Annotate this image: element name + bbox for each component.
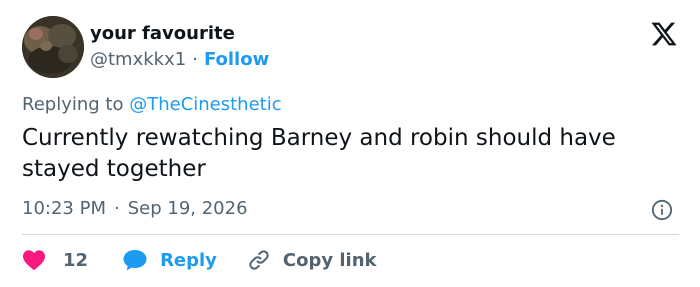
- replying-mention-link[interactable]: @TheCinesthetic: [129, 94, 281, 115]
- like-button[interactable]: 12: [22, 249, 88, 271]
- link-icon: [249, 250, 269, 270]
- x-logo-icon[interactable]: [650, 20, 678, 48]
- action-bar: 12 Reply Copy link: [22, 247, 377, 273]
- tweet-timestamp[interactable]: 10:23 PM · Sep 19, 2026: [22, 197, 248, 221]
- tweet-time: 10:23 PM: [22, 198, 106, 219]
- heart-icon: [23, 250, 45, 271]
- avatar[interactable]: [22, 16, 84, 78]
- user-handle[interactable]: @tmxkkx1: [90, 49, 186, 70]
- divider: [22, 234, 679, 235]
- display-name[interactable]: your favourite: [90, 22, 235, 46]
- like-count: 12: [63, 249, 89, 271]
- speech-bubble-icon: [123, 250, 147, 271]
- reply-button[interactable]: Reply: [122, 248, 217, 272]
- tweet-text: Currently rewatching Barney and robin sh…: [22, 125, 616, 182]
- info-icon[interactable]: [651, 199, 673, 221]
- separator-dot: ·: [113, 198, 120, 219]
- handle-row: @tmxkkx1 · Follow: [90, 48, 269, 72]
- separator-dot: ·: [192, 49, 198, 70]
- reply-label: Reply: [160, 249, 217, 271]
- tweet-card: your favourite @tmxkkx1 · Follow Replying …: [0, 0, 700, 287]
- copy-link-button[interactable]: Copy link: [247, 248, 377, 272]
- replying-to: Replying to @TheCinesthetic: [22, 93, 282, 117]
- avatar-image: [22, 16, 84, 78]
- tweet-date: Sep 19, 2026: [127, 198, 248, 219]
- copy-link-label: Copy link: [282, 249, 377, 271]
- replying-prefix: Replying to: [22, 94, 124, 115]
- follow-button[interactable]: Follow: [204, 49, 269, 70]
